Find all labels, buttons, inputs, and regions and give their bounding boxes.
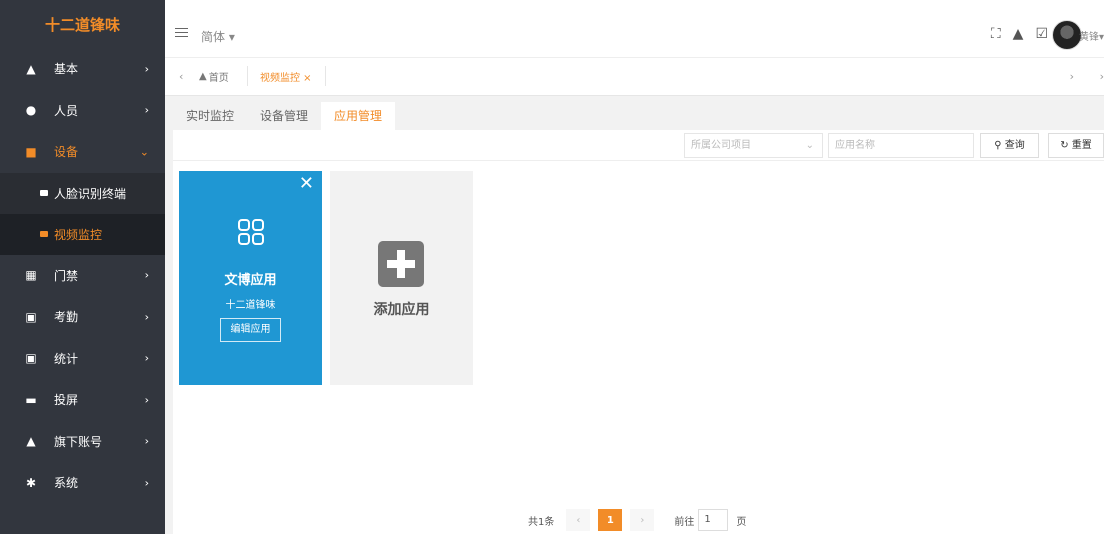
language-selector[interactable]: 简体 ▾ — [201, 28, 235, 45]
sidebar-item-label: 系统 — [54, 476, 79, 491]
camera-icon — [40, 190, 48, 196]
sidebar-item-statistics[interactable]: ▣ 统计 › — [0, 338, 165, 380]
chevron-right-icon: › — [144, 351, 149, 365]
query-label: 查询 — [1004, 140, 1025, 151]
page-tabs-bar: ‹ ▲ 首页 视频监控 × › › — [165, 58, 1104, 96]
sidebar-item-cast[interactable]: ▬ 投屏 › — [0, 379, 165, 421]
home-icon: ▲ — [26, 434, 36, 449]
menu-toggle-icon[interactable] — [175, 28, 188, 40]
sidebar-item-sub-accounts[interactable]: ▲ 旗下账号 › — [0, 421, 165, 463]
app-name-input[interactable]: 应用名称 — [828, 133, 974, 158]
app-subtitle: 十二道锋味 — [225, 300, 276, 311]
goto-label: 前往 — [674, 516, 695, 528]
checkbox-icon[interactable]: ☑ — [1035, 26, 1048, 42]
page-number-button[interactable]: 1 — [598, 509, 623, 531]
camera-icon — [40, 231, 48, 237]
bell-icon[interactable]: ▲ — [1013, 26, 1024, 42]
user-menu[interactable]: 黄锋▾ — [1079, 28, 1104, 43]
sidebar-item-label: 人员 — [54, 103, 79, 118]
chevron-right-icon: › — [144, 434, 149, 448]
monitor-icon: ▬ — [25, 392, 37, 407]
pagination-total: 共1条 — [528, 516, 555, 528]
sidebar-subitem-face-terminal[interactable]: 人脸识别终端 — [0, 173, 165, 214]
sidebar-subitem-label: 视频监控 — [54, 227, 103, 242]
tab-home[interactable]: ▲ 首页 — [199, 69, 229, 84]
tab-video-monitor[interactable]: 视频监控 × — [260, 69, 312, 84]
reset-label: 重置 — [1071, 140, 1092, 151]
tabs-more-icon[interactable]: › — [1100, 70, 1104, 83]
pagination: 共1条 ‹ 1 › 前往 1 页 — [528, 509, 746, 531]
filter-bar: 所属公司项目 ⌄ 应用名称 ⚲ 查询 ↻ 重置 — [173, 130, 1104, 161]
tabs-scroll-left-icon[interactable]: ‹ — [179, 70, 183, 83]
add-app-label: 添加应用 — [373, 302, 430, 318]
tabs-scroll-right-icon[interactable]: › — [1070, 70, 1074, 83]
query-button[interactable]: ⚲ 查询 — [980, 133, 1039, 158]
company-select-placeholder: 所属公司项目 — [691, 140, 751, 151]
sidebar-item-label: 统计 — [54, 351, 79, 366]
page-unit-label: 页 — [736, 516, 747, 528]
header-actions: ⛶ ▲ ☑ — [991, 26, 1048, 42]
sidebar-item-attendance[interactable]: ▣ 考勤 › — [0, 296, 165, 338]
tab-home-label: 首页 — [208, 73, 229, 84]
gear-icon: ✱ — [25, 475, 37, 490]
sidebar-item-label: 旗下账号 — [54, 434, 103, 449]
calendar-icon: ▣ — [25, 309, 37, 324]
sidebar-item-basic[interactable]: ▲ 基本 › — [0, 48, 165, 90]
main-content: 实时监控 设备管理 应用管理 所属公司项目 ⌄ 应用名称 ⚲ 查询 ↻ 重置 ✕ — [165, 96, 1104, 534]
refresh-icon: ↻ — [1060, 140, 1069, 151]
chevron-right-icon: › — [144, 62, 149, 76]
sidebar-item-label: 投屏 — [54, 393, 79, 408]
sidebar-item-people[interactable]: ● 人员 › — [0, 90, 165, 132]
apps-icon — [238, 219, 264, 245]
camera-icon: ■ — [25, 144, 37, 159]
close-icon[interactable]: ✕ — [299, 173, 314, 194]
sidebar-item-label: 基本 — [54, 62, 79, 77]
app-logo: 十二道锋味 — [0, 0, 165, 48]
home-icon: ▲ — [26, 61, 36, 76]
calendar-icon: ▣ — [25, 351, 37, 366]
door-icon: ▦ — [25, 268, 37, 283]
chevron-right-icon: › — [144, 393, 149, 407]
add-app-card[interactable]: 添加应用 — [330, 171, 473, 385]
sidebar-subitem-label: 人脸识别终端 — [54, 186, 127, 201]
sidebar-item-access[interactable]: ▦ 门禁 › — [0, 255, 165, 297]
sidebar: 十二道锋味 ▲ 基本 › ● 人员 › ■ 设备 ⌄ 人脸识别终端 视频监控 ▦… — [0, 0, 165, 534]
app-panel: 所属公司项目 ⌄ 应用名称 ⚲ 查询 ↻ 重置 ✕ 文博应用 十二道锋味 编辑应… — [173, 130, 1104, 534]
app-title: 文博应用 — [224, 273, 277, 288]
divider — [325, 66, 326, 86]
sidebar-item-device[interactable]: ■ 设备 ⌄ — [0, 131, 165, 173]
sidebar-item-label: 设备 — [54, 145, 79, 160]
plus-icon — [378, 241, 424, 287]
goto-page-input[interactable]: 1 — [698, 509, 729, 531]
chevron-right-icon: › — [144, 103, 149, 117]
app-card[interactable]: ✕ 文博应用 十二道锋味 编辑应用 — [179, 171, 322, 385]
fullscreen-icon[interactable]: ⛶ — [991, 26, 1001, 42]
home-icon: ▲ — [199, 71, 207, 82]
avatar[interactable] — [1052, 20, 1082, 50]
sidebar-item-system[interactable]: ✱ 系统 › — [0, 462, 165, 504]
next-page-button[interactable]: › — [630, 509, 655, 531]
chevron-down-icon: ⌄ — [805, 140, 814, 151]
divider — [247, 66, 248, 86]
company-select[interactable]: 所属公司项目 ⌄ — [684, 133, 823, 158]
edit-app-button[interactable]: 编辑应用 — [220, 318, 281, 342]
sidebar-item-label: 考勤 — [54, 310, 79, 325]
device-submenu: 人脸识别终端 视频监控 — [0, 172, 165, 255]
chevron-right-icon: › — [144, 476, 149, 490]
sidebar-item-label: 门禁 — [54, 268, 79, 283]
prev-page-button[interactable]: ‹ — [566, 509, 591, 531]
chevron-right-icon: › — [144, 310, 149, 324]
top-header: 简体 ▾ ⛶ ▲ ☑ 黄锋▾ — [165, 0, 1104, 58]
sidebar-subitem-video-monitor[interactable]: 视频监控 — [0, 213, 165, 255]
chevron-down-icon: ⌄ — [139, 145, 149, 159]
search-icon: ⚲ — [994, 140, 1002, 151]
chevron-right-icon: › — [144, 268, 149, 282]
reset-button[interactable]: ↻ 重置 — [1048, 133, 1104, 158]
users-icon: ● — [25, 103, 37, 118]
